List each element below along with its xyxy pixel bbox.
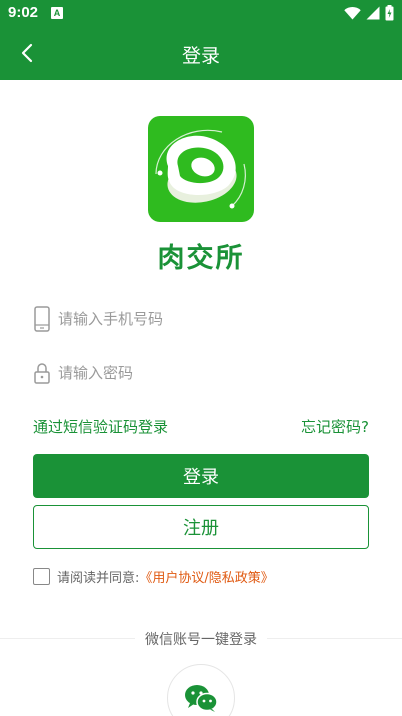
password-input[interactable] bbox=[58, 364, 348, 382]
app-logo-icon bbox=[148, 116, 254, 222]
sms-login-link[interactable]: 通过短信验证码登录 bbox=[33, 416, 168, 437]
wechat-login-button[interactable] bbox=[167, 664, 235, 716]
agreement-row: 请阅读并同意: 《用户协议/隐私政策》 bbox=[33, 566, 274, 586]
agreement-prefix: 请阅读并同意: bbox=[57, 570, 140, 586]
wifi-icon bbox=[344, 6, 361, 20]
login-button[interactable]: 登录 bbox=[33, 454, 369, 498]
forgot-password-link[interactable]: 忘记密码? bbox=[301, 416, 369, 437]
wechat-icon bbox=[185, 685, 218, 712]
agreement-link[interactable]: 《用户协议/隐私政策》 bbox=[139, 567, 273, 586]
phone-field[interactable] bbox=[33, 304, 369, 334]
lock-icon bbox=[33, 360, 51, 386]
status-bar: 9:02 A bbox=[0, 0, 402, 26]
notification-badge: A bbox=[51, 7, 63, 19]
status-icons bbox=[344, 5, 394, 21]
password-field[interactable] bbox=[33, 358, 369, 388]
wechat-login-label: 微信账号一键登录 bbox=[135, 632, 267, 648]
battery-icon bbox=[385, 5, 394, 21]
phone-input[interactable] bbox=[58, 310, 348, 328]
register-button[interactable]: 注册 bbox=[33, 505, 369, 549]
signal-icon bbox=[366, 6, 380, 20]
agreement-checkbox[interactable] bbox=[33, 567, 50, 585]
app-name: 肉交所 bbox=[157, 243, 245, 274]
app-bar: 登录 bbox=[0, 26, 402, 80]
page-title: 登录 bbox=[181, 45, 220, 67]
link-row: 通过短信验证码登录 忘记密码? bbox=[33, 416, 369, 438]
phone-icon bbox=[33, 306, 51, 332]
wechat-login-title: 微信账号一键登录 bbox=[0, 629, 402, 649]
status-time: 9:02 bbox=[8, 4, 39, 21]
